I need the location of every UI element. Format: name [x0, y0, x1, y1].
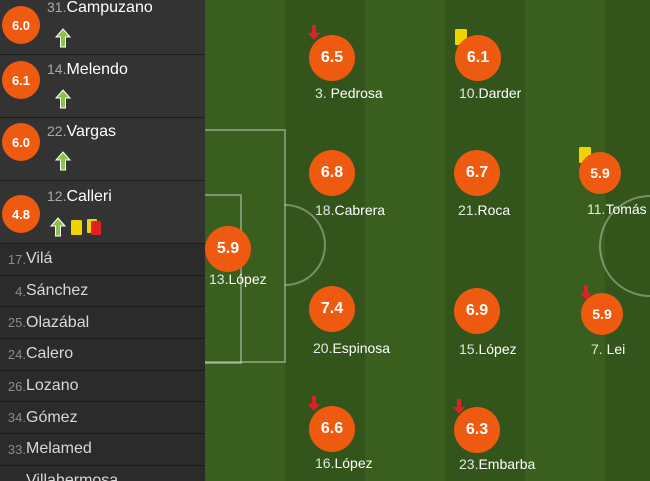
- player-rating-badge: 6.1: [2, 61, 40, 99]
- bench-player-row[interactable]: 26. Lozano: [0, 370, 205, 403]
- player-rating-badge: 6.3: [454, 407, 500, 453]
- substituted-on-icon: [55, 28, 71, 48]
- bench-player-row[interactable]: 25. Olazábal: [0, 307, 205, 340]
- player-rating-badge: 6.8: [309, 150, 355, 196]
- player-name: 21.Roca: [458, 202, 511, 218]
- player-name: 10.Darder: [459, 85, 522, 101]
- substitute-row[interactable]: 6.0 31.Campuzano: [0, 0, 205, 55]
- player-name: 16.López: [315, 455, 373, 471]
- player-rating-badge: 6.1: [455, 35, 501, 81]
- player-rating-badge: 6.7: [454, 150, 500, 196]
- second-yellow-red-card-icon: [87, 219, 101, 235]
- pitch-markings: [205, 129, 650, 364]
- player-name: 20.Espinosa: [313, 340, 391, 356]
- player-name: 23.Embarba: [459, 456, 536, 472]
- player-name: 7. Lei: [591, 341, 626, 357]
- player-rating-badge: 5.9: [579, 152, 621, 194]
- player-rating-badge: 6.5: [309, 35, 355, 81]
- lineup-sidebar: 6.0 31.Campuzano 6.1 14.Melendo 6.0 22.V…: [0, 0, 205, 481]
- player-name: 18.Cabrera: [315, 202, 386, 218]
- yellow-card-icon: [71, 219, 82, 235]
- bench-player-row[interactable]: 24. Calero: [0, 339, 205, 371]
- substitute-row[interactable]: 6.0 22.Vargas: [0, 118, 205, 181]
- player-rating-badge: 6.6: [309, 406, 355, 452]
- player-name: 14.Melendo: [47, 61, 128, 78]
- bench-player-row[interactable]: 17. Vilá: [0, 244, 205, 276]
- bench-player-row[interactable]: Villahermosa: [0, 465, 205, 481]
- player-name: 15.López: [459, 341, 517, 357]
- pitch: 5.9 13.López 6.5 3. Pedrosa 6.8 18.Cabre…: [205, 0, 650, 481]
- bench-player-row[interactable]: 34. Gómez: [0, 402, 205, 435]
- player-name: 31.Campuzano: [47, 0, 153, 16]
- substituted-on-icon: [55, 89, 71, 109]
- player-rating-badge: 6.9: [454, 288, 500, 334]
- bench-player-row[interactable]: 33. Melamed: [0, 434, 205, 466]
- player-rating-badge: 4.8: [2, 195, 40, 233]
- player-rating-badge: 5.9: [205, 226, 251, 272]
- substitute-row[interactable]: 4.8 12.Calleri: [0, 181, 205, 244]
- player-rating-badge: 6.0: [2, 6, 40, 44]
- bench-player-row[interactable]: 4. Sánchez: [0, 275, 205, 308]
- player-name: 13.López: [209, 271, 267, 287]
- player-name: 3. Pedrosa: [315, 85, 383, 101]
- substituted-on-icon: [50, 217, 66, 237]
- player-rating-badge: 5.9: [581, 293, 623, 335]
- player-name: 12.Calleri: [47, 188, 112, 205]
- player-name: 11.Tomás: [587, 201, 647, 217]
- player-rating-badge: 6.0: [2, 123, 40, 161]
- substitute-row[interactable]: 6.1 14.Melendo: [0, 55, 205, 118]
- player-name: 22.Vargas: [47, 123, 116, 140]
- player-rating-badge: 7.4: [309, 286, 355, 332]
- substituted-on-icon: [55, 151, 71, 171]
